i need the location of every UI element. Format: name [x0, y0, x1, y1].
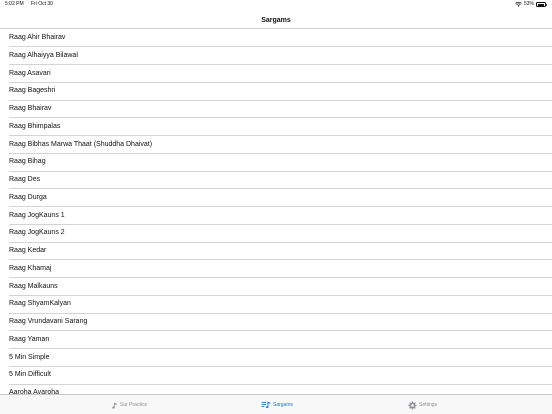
list-item[interactable]: Aaroha Avaroha [0, 384, 552, 394]
list-item[interactable]: Raag Bageshri [0, 82, 552, 100]
list-item[interactable]: Raag Asavari [0, 65, 552, 83]
battery-icon [536, 2, 547, 7]
list-item[interactable]: Raag Bhairav [0, 100, 552, 118]
app-screen: 5:02 PM Fri Oct 30 53% Sargams Raag Ahir… [0, 0, 552, 414]
navigation-bar: Sargams [0, 9, 552, 29]
list-item[interactable]: Raag JogKauns 2 [0, 224, 552, 242]
tab-settings-label: Settings [419, 402, 438, 408]
gear-icon [408, 400, 417, 410]
list-item[interactable]: Raag Kedar [0, 242, 552, 260]
list-item[interactable]: Raag Yaman [0, 331, 552, 349]
status-left: 5:02 PM Fri Oct 30 [5, 0, 53, 9]
list-item[interactable]: Raag Durga [0, 189, 552, 207]
list-item[interactable]: Raag Bibhas Marwa Thaat (Shuddha Dhaivat… [0, 136, 552, 154]
battery-percent: 53% [523, 1, 534, 7]
tab-sargams[interactable]: Sargams [261, 395, 293, 414]
status-right: 53% [515, 0, 547, 9]
list-item[interactable]: Raag Ahir Bhairav [0, 29, 552, 47]
music-list-icon [261, 401, 271, 409]
list-item[interactable]: Raag Khamaj [0, 260, 552, 278]
list-item[interactable]: 5 Min Simple [0, 349, 552, 367]
list-item[interactable]: Raag Bhimpalas [0, 118, 552, 136]
list-item[interactable]: Raag JogKauns 1 [0, 207, 552, 225]
music-note-icon [111, 402, 118, 409]
list-item[interactable]: Raag Vrundavani Sarang [0, 313, 552, 331]
tab-settings[interactable]: Settings [408, 395, 437, 414]
tab-bar: Sur Practice Sargams Settings [0, 394, 552, 414]
tab-sur-practice-label: Sur Practice [120, 402, 148, 408]
list-item[interactable]: Raag Bihag [0, 153, 552, 171]
page-title: Sargams [261, 17, 291, 24]
status-date: Fri Oct 30 [31, 1, 53, 7]
status-bar: 5:02 PM Fri Oct 30 53% [0, 0, 552, 9]
list-item[interactable]: Raag Malkauns [0, 278, 552, 296]
tab-sur-practice[interactable]: Sur Practice [111, 395, 147, 414]
list-item[interactable]: Raag Alhaiyya Bilawal [0, 47, 552, 65]
sargam-list[interactable]: Raag Ahir Bhairav Raag Alhaiyya Bilawal … [0, 29, 552, 394]
list-item[interactable]: Raag Des [0, 171, 552, 189]
status-time: 5:02 PM [5, 1, 24, 7]
list-item[interactable]: 5 Min Difficult [0, 366, 552, 384]
list-item[interactable]: Raag ShyamKalyan [0, 295, 552, 313]
wifi-icon [515, 2, 522, 7]
tab-sargams-label: Sargams [273, 402, 294, 408]
